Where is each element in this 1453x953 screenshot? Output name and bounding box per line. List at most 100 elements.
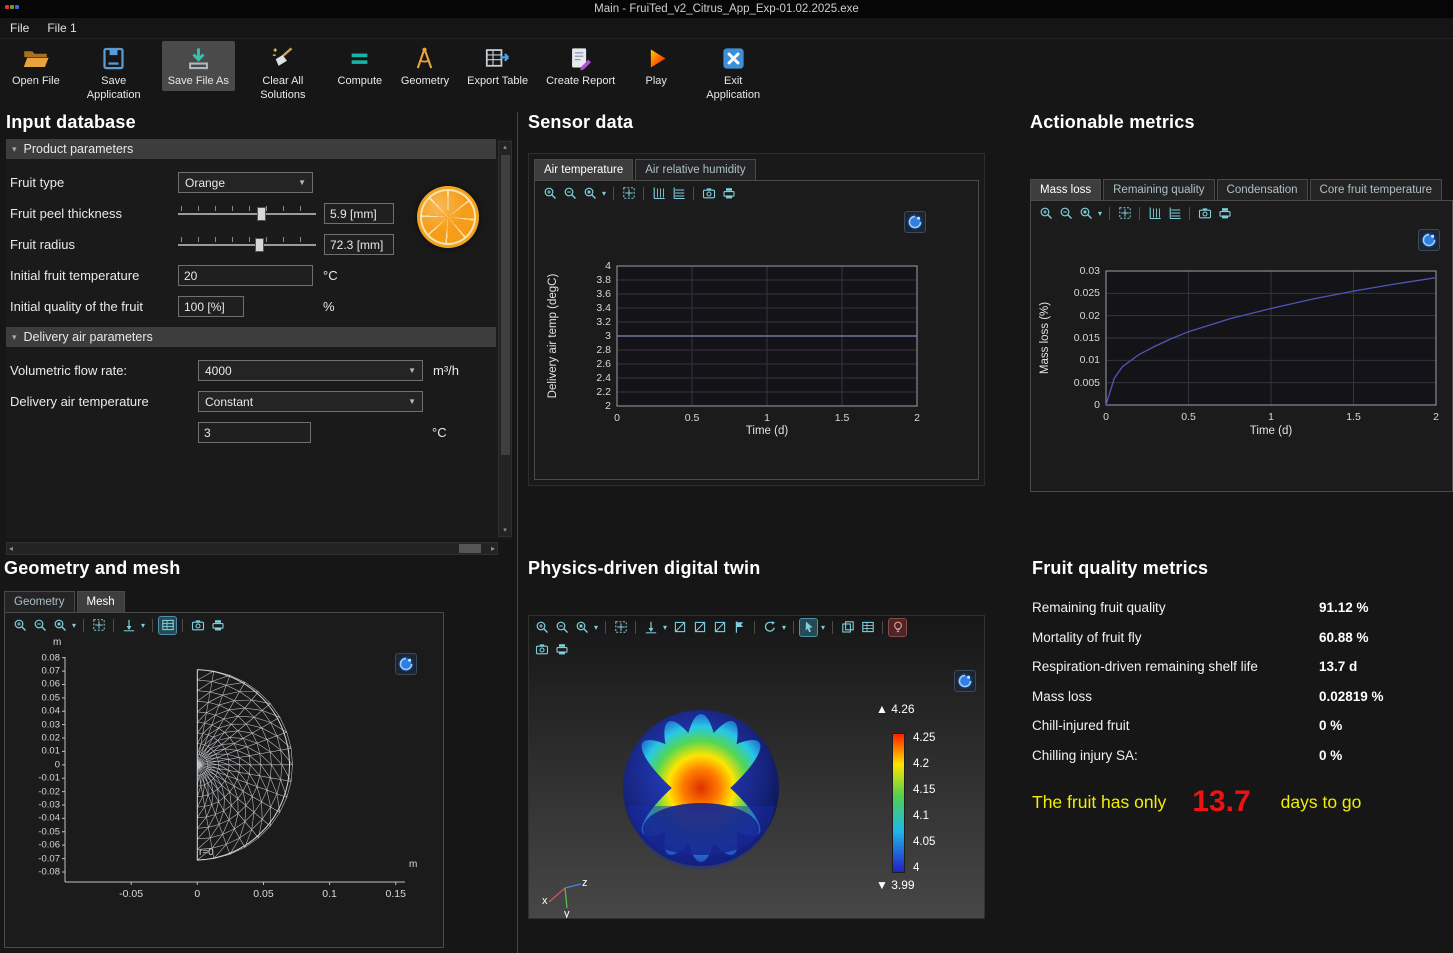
zoom-in-icon[interactable] <box>1037 205 1054 222</box>
extents-icon[interactable] <box>90 617 107 634</box>
extents-icon[interactable] <box>612 619 629 636</box>
flag-icon[interactable] <box>731 619 748 636</box>
camera-icon[interactable] <box>1196 205 1213 222</box>
grid-y-icon[interactable] <box>1146 205 1163 222</box>
comsol-logo-button[interactable] <box>1418 229 1440 251</box>
vertical-scrollbar[interactable]: ▴ ▾ <box>498 141 512 537</box>
delivery-air-header[interactable]: ▾ Delivery air parameters <box>6 327 496 347</box>
zoom-box-icon[interactable] <box>51 617 68 634</box>
zoom-box-icon[interactable] <box>573 619 590 636</box>
create-report-button[interactable]: Create Report <box>540 41 621 91</box>
fruit-3d-model[interactable] <box>601 688 801 888</box>
digital-twin-viewport[interactable]: ▾ ▾ ▾ ▾ <box>528 615 985 919</box>
initial-quality-input[interactable]: 100 [%] <box>178 296 244 317</box>
air-temperature-mode-dropdown[interactable]: Constant ▼ <box>198 391 423 412</box>
comsol-logo-button[interactable] <box>904 211 926 233</box>
exit-application-button[interactable]: Exit Application <box>691 41 775 105</box>
camera-icon[interactable] <box>533 641 550 658</box>
scrollbar-thumb[interactable] <box>501 155 510 455</box>
print-icon[interactable] <box>720 185 737 202</box>
dropdown-caret-icon[interactable]: ▾ <box>141 621 145 630</box>
zoom-box-icon[interactable] <box>1077 205 1094 222</box>
product-parameters-header[interactable]: ▾ Product parameters <box>6 139 496 159</box>
camera-icon[interactable] <box>189 617 206 634</box>
plane-icon[interactable] <box>691 619 708 636</box>
save-file-as-button[interactable]: Save File As <box>162 41 235 91</box>
rotate-icon[interactable] <box>761 619 778 636</box>
initial-temperature-input[interactable]: 20 <box>178 265 313 286</box>
dropdown-caret-icon[interactable]: ▾ <box>72 621 76 630</box>
extents-icon[interactable] <box>1116 205 1133 222</box>
scroll-up-icon[interactable]: ▴ <box>503 142 507 153</box>
y-tick-label: 0.05 <box>42 692 61 703</box>
export-table-button[interactable]: Export Table <box>461 41 534 91</box>
tab-condensation[interactable]: Condensation <box>1217 179 1308 200</box>
zoom-box-icon[interactable] <box>581 185 598 202</box>
zoom-out-icon[interactable] <box>561 185 578 202</box>
tab-air-temperature[interactable]: Air temperature <box>534 159 633 180</box>
tab-core-fruit-temperature[interactable]: Core fruit temperature <box>1310 179 1443 200</box>
menu-file[interactable]: File <box>10 21 29 35</box>
table-icon[interactable] <box>859 619 876 636</box>
fruit-radius-slider[interactable] <box>178 235 316 255</box>
geometry-button[interactable]: Geometry <box>395 41 455 91</box>
tab-mass-loss[interactable]: Mass loss <box>1030 179 1101 200</box>
dropdown-caret-icon[interactable]: ▾ <box>1098 209 1102 218</box>
horizontal-scrollbar[interactable]: ◂ ▸ <box>6 542 498 555</box>
plane-icon[interactable] <box>671 619 688 636</box>
zoom-in-icon[interactable] <box>533 619 550 636</box>
fruit-radius-value[interactable]: 72.3 [mm] <box>324 234 394 255</box>
pointer-icon[interactable] <box>800 619 817 636</box>
zoom-out-icon[interactable] <box>1057 205 1074 222</box>
fruit-type-dropdown[interactable]: Orange ▼ <box>178 172 313 193</box>
input-form: ▾ Product parameters Fruit type Orange ▼… <box>6 139 512 539</box>
print-icon[interactable] <box>1216 205 1233 222</box>
dropdown-caret-icon[interactable]: ▾ <box>602 189 606 198</box>
zoom-in-icon[interactable] <box>11 617 28 634</box>
compute-button[interactable]: Compute <box>331 41 389 91</box>
table-icon[interactable] <box>159 617 176 634</box>
scroll-down-icon[interactable]: ▾ <box>503 525 507 536</box>
axis-icon[interactable] <box>642 619 659 636</box>
grid-x-icon[interactable] <box>670 185 687 202</box>
peel-thickness-slider[interactable] <box>178 204 316 224</box>
print-icon[interactable] <box>209 617 226 634</box>
grid-y-icon[interactable] <box>650 185 667 202</box>
air-temperature-setpoint-input[interactable]: 3 <box>198 422 311 443</box>
zoom-in-icon[interactable] <box>541 185 558 202</box>
y-tick-label: 2.4 <box>596 372 611 384</box>
plane-icon[interactable] <box>711 619 728 636</box>
flow-rate-dropdown[interactable]: 4000 ▼ <box>198 360 423 381</box>
light-icon[interactable] <box>889 619 906 636</box>
extents-icon[interactable] <box>620 185 637 202</box>
dropdown-caret-icon[interactable]: ▾ <box>821 623 825 632</box>
slider-handle[interactable] <box>255 238 264 252</box>
tab-air-relative-humidity[interactable]: Air relative humidity <box>635 159 755 180</box>
toolbar-separator <box>693 187 694 200</box>
tab-mesh[interactable]: Mesh <box>77 591 125 612</box>
tab-geometry[interactable]: Geometry <box>4 591 75 612</box>
save-application-button[interactable]: Save Application <box>72 41 156 105</box>
scroll-left-icon[interactable]: ◂ <box>9 543 13 554</box>
zoom-out-icon[interactable] <box>553 619 570 636</box>
print-icon[interactable] <box>553 641 570 658</box>
menu-file-1[interactable]: File 1 <box>47 21 76 35</box>
zoom-out-icon[interactable] <box>31 617 48 634</box>
dropdown-caret-icon[interactable]: ▾ <box>782 623 786 632</box>
open-file-button[interactable]: Open File <box>6 41 66 91</box>
camera-icon[interactable] <box>700 185 717 202</box>
dropdown-caret-icon[interactable]: ▾ <box>594 623 598 632</box>
comsol-logo-button[interactable] <box>395 653 417 675</box>
scroll-right-icon[interactable]: ▸ <box>491 543 495 554</box>
peel-thickness-value[interactable]: 5.9 [mm] <box>324 203 394 224</box>
clear-all-solutions-button[interactable]: Clear All Solutions <box>241 41 325 105</box>
play-button[interactable]: Play <box>627 41 685 91</box>
dropdown-caret-icon[interactable]: ▾ <box>663 623 667 632</box>
slider-handle[interactable] <box>257 207 266 221</box>
scrollbar-thumb[interactable] <box>459 544 481 553</box>
grid-x-icon[interactable] <box>1166 205 1183 222</box>
tab-remaining-quality[interactable]: Remaining quality <box>1103 179 1214 200</box>
copy-icon[interactable] <box>839 619 856 636</box>
axis-icon[interactable] <box>120 617 137 634</box>
comsol-logo-button[interactable] <box>954 670 976 692</box>
